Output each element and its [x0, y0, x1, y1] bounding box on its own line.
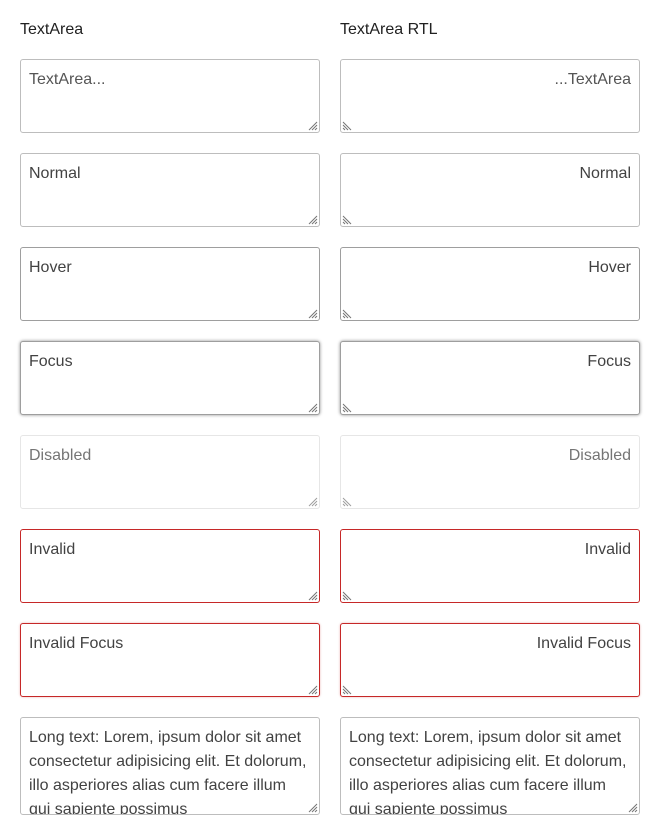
textarea-normal[interactable]: Normal [20, 153, 320, 227]
textarea-rtl-disabled: Disabled [340, 435, 640, 509]
textarea-long-text[interactable]: Long text: Lorem, ipsum dolor sit amet c… [20, 717, 320, 815]
resize-grip-icon[interactable] [308, 803, 318, 813]
resize-grip-icon[interactable] [342, 309, 352, 319]
column-heading: TextArea RTL [340, 21, 438, 38]
resize-grip-icon[interactable] [342, 121, 352, 131]
resize-grip-icon[interactable] [308, 121, 318, 131]
textarea-value: Invalid Focus [536, 635, 631, 652]
textarea-value: Normal [29, 165, 81, 182]
textarea-value: Invalid [29, 541, 76, 558]
textarea-placeholder-text: TextArea... [554, 71, 631, 88]
column-heading: TextArea [20, 21, 84, 38]
textarea-rtl-normal[interactable]: Normal [340, 153, 640, 227]
textarea-value: Invalid Focus [29, 635, 124, 652]
resize-grip-icon[interactable] [628, 803, 638, 813]
textarea-value: Hover [29, 259, 72, 276]
textarea-disabled: Disabled [20, 435, 320, 509]
textarea-rtl-invalid-focus[interactable]: Invalid Focus [340, 623, 640, 697]
textarea-rtl-hover[interactable]: Hover [340, 247, 640, 321]
textarea-value: Focus [29, 353, 73, 370]
textarea-rtl-focus[interactable]: Focus [340, 341, 640, 415]
textarea-demo-page: TextArea TextArea... Normal Hover Focus … [0, 0, 660, 835]
textarea-rtl-invalid[interactable]: Invalid [340, 529, 640, 603]
resize-grip-icon[interactable] [308, 591, 318, 601]
resize-grip-icon[interactable] [342, 403, 352, 413]
resize-grip-icon[interactable] [342, 685, 352, 695]
textarea-value: Disabled [568, 447, 631, 464]
resize-grip-icon[interactable] [342, 591, 352, 601]
resize-grip-icon[interactable] [308, 309, 318, 319]
textarea-hover[interactable]: Hover [20, 247, 320, 321]
textarea-value: Invalid [584, 541, 631, 558]
resize-grip-icon[interactable] [308, 685, 318, 695]
textarea-rtl-long-text[interactable]: Long text: Lorem, ipsum dolor sit amet c… [340, 717, 640, 815]
textarea-placeholder[interactable]: TextArea... [20, 59, 320, 133]
textarea-invalid-focus[interactable]: Invalid Focus [20, 623, 320, 697]
textarea-placeholder-text: TextArea... [29, 71, 106, 88]
textarea-rtl-placeholder[interactable]: TextArea... [340, 59, 640, 133]
textarea-value: Long text: Lorem, ipsum dolor sit amet c… [349, 729, 627, 815]
resize-grip-icon[interactable] [308, 215, 318, 225]
resize-grip-icon [308, 497, 318, 507]
textarea-value: Long text: Lorem, ipsum dolor sit amet c… [29, 729, 307, 815]
textarea-invalid[interactable]: Invalid [20, 529, 320, 603]
textarea-value: Hover [588, 259, 631, 276]
textarea-value: Normal [579, 165, 631, 182]
resize-grip-icon[interactable] [342, 215, 352, 225]
resize-grip-icon[interactable] [308, 403, 318, 413]
textarea-value: Disabled [29, 447, 92, 464]
textarea-focus[interactable]: Focus [20, 341, 320, 415]
textarea-value: Focus [587, 353, 631, 370]
resize-grip-icon [342, 497, 352, 507]
